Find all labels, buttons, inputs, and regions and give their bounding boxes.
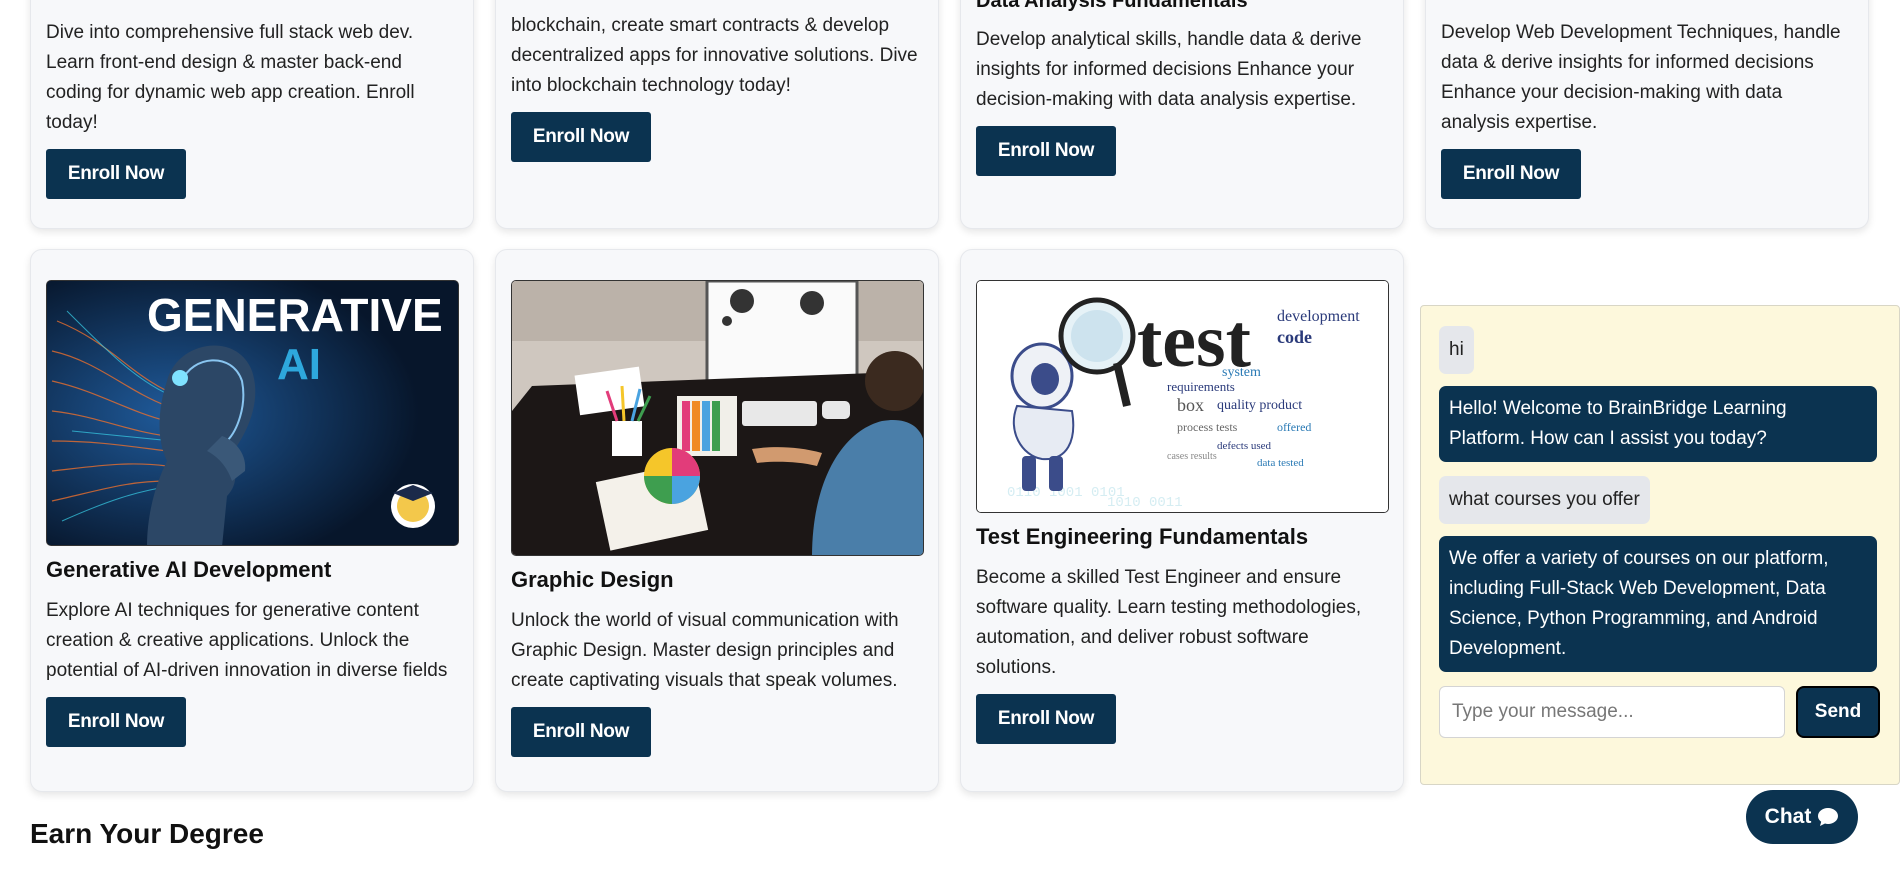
test-engineering-illustration: 0110 1001 0101 1010 0011 test developmen… — [977, 281, 1388, 512]
chat-panel: hi Hello! Welcome to BrainBridge Learnin… — [1420, 305, 1900, 785]
course-description: Develop analytical skills, handle data &… — [976, 29, 1362, 110]
image-text-generative: GENERATIVE — [147, 289, 443, 341]
course-image-test-engineering: 0110 1001 0101 1010 0011 test developmen… — [976, 280, 1389, 513]
section-heading: Earn Your Degree — [30, 818, 264, 849]
svg-text:offered: offered — [1277, 420, 1311, 434]
course-title: Test Engineering Fundamentals — [976, 524, 1309, 549]
enroll-button[interactable]: Enroll Now — [976, 126, 1116, 176]
course-description: Develop Web Development Techniques, hand… — [1441, 22, 1841, 133]
svg-text:box: box — [1177, 395, 1204, 415]
enroll-button[interactable]: Enroll Now — [46, 149, 186, 199]
svg-text:1010 0011: 1010 0011 — [1107, 495, 1183, 511]
course-card-test-engineering: 0110 1001 0101 1010 0011 test developmen… — [960, 249, 1404, 792]
course-image-graphic-design — [511, 280, 924, 556]
chat-message-bot: Hello! Welcome to BrainBridge Learning P… — [1439, 386, 1877, 462]
enroll-button[interactable]: Enroll Now — [976, 694, 1116, 744]
svg-text:cases results: cases results — [1167, 451, 1217, 462]
course-description: Become a skilled Test Engineer and ensur… — [976, 567, 1362, 678]
course-card-graphic-design: Graphic Design Unlock the world of visua… — [495, 249, 939, 792]
course-description: blockchain, create smart contracts & dev… — [511, 15, 918, 96]
enroll-button[interactable]: Enroll Now — [46, 697, 186, 747]
chat-toggle-label: Chat — [1764, 805, 1812, 828]
svg-text:system: system — [1222, 365, 1261, 380]
graphic-design-illustration — [512, 281, 923, 555]
svg-text:requirements: requirements — [1167, 379, 1235, 394]
enroll-button[interactable]: Enroll Now — [511, 707, 651, 757]
course-card-web-dev: Develop Web Development Techniques, hand… — [1425, 0, 1869, 229]
generative-ai-illustration: GENERATIVE AI — [47, 281, 458, 545]
chat-message-user: hi — [1439, 326, 1474, 374]
chat-message-bot: We offer a variety of courses on our pla… — [1439, 536, 1877, 672]
enroll-button[interactable]: Enroll Now — [1441, 149, 1581, 199]
course-image-generative-ai: GENERATIVE AI — [46, 280, 459, 546]
image-text-ai: AI — [277, 340, 321, 389]
course-title: Generative AI Development — [46, 557, 332, 582]
course-title: Graphic Design — [511, 567, 674, 592]
svg-text:code: code — [1277, 327, 1312, 347]
send-button[interactable]: Send — [1796, 686, 1880, 738]
course-title: Data Analysis Fundamentals — [976, 0, 1248, 12]
chat-message-input[interactable] — [1439, 686, 1785, 738]
course-card-fullstack: Dive into comprehensive full stack web d… — [30, 0, 474, 229]
svg-text:process tests: process tests — [1177, 420, 1238, 434]
svg-text:data tested: data tested — [1257, 457, 1304, 469]
course-description: Dive into comprehensive full stack web d… — [46, 22, 415, 133]
chat-toggle-button[interactable]: Chat — [1746, 790, 1858, 844]
svg-text:quality product: quality product — [1217, 398, 1302, 413]
course-card-data-analysis: Data Analysis Fundamentals Develop analy… — [960, 0, 1404, 229]
chat-bubble-icon — [1818, 808, 1839, 826]
course-card-blockchain: blockchain, create smart contracts & dev… — [495, 0, 939, 229]
course-description: Unlock the world of visual communication… — [511, 610, 899, 691]
course-description: Explore AI techniques for generative con… — [46, 600, 448, 681]
svg-text:defects used: defects used — [1217, 440, 1272, 452]
enroll-button[interactable]: Enroll Now — [511, 112, 651, 162]
course-card-generative-ai: GENERATIVE AI Generative AI Development … — [30, 249, 474, 792]
svg-text:development: development — [1277, 308, 1360, 325]
chat-message-user: what courses you offer — [1439, 476, 1650, 524]
